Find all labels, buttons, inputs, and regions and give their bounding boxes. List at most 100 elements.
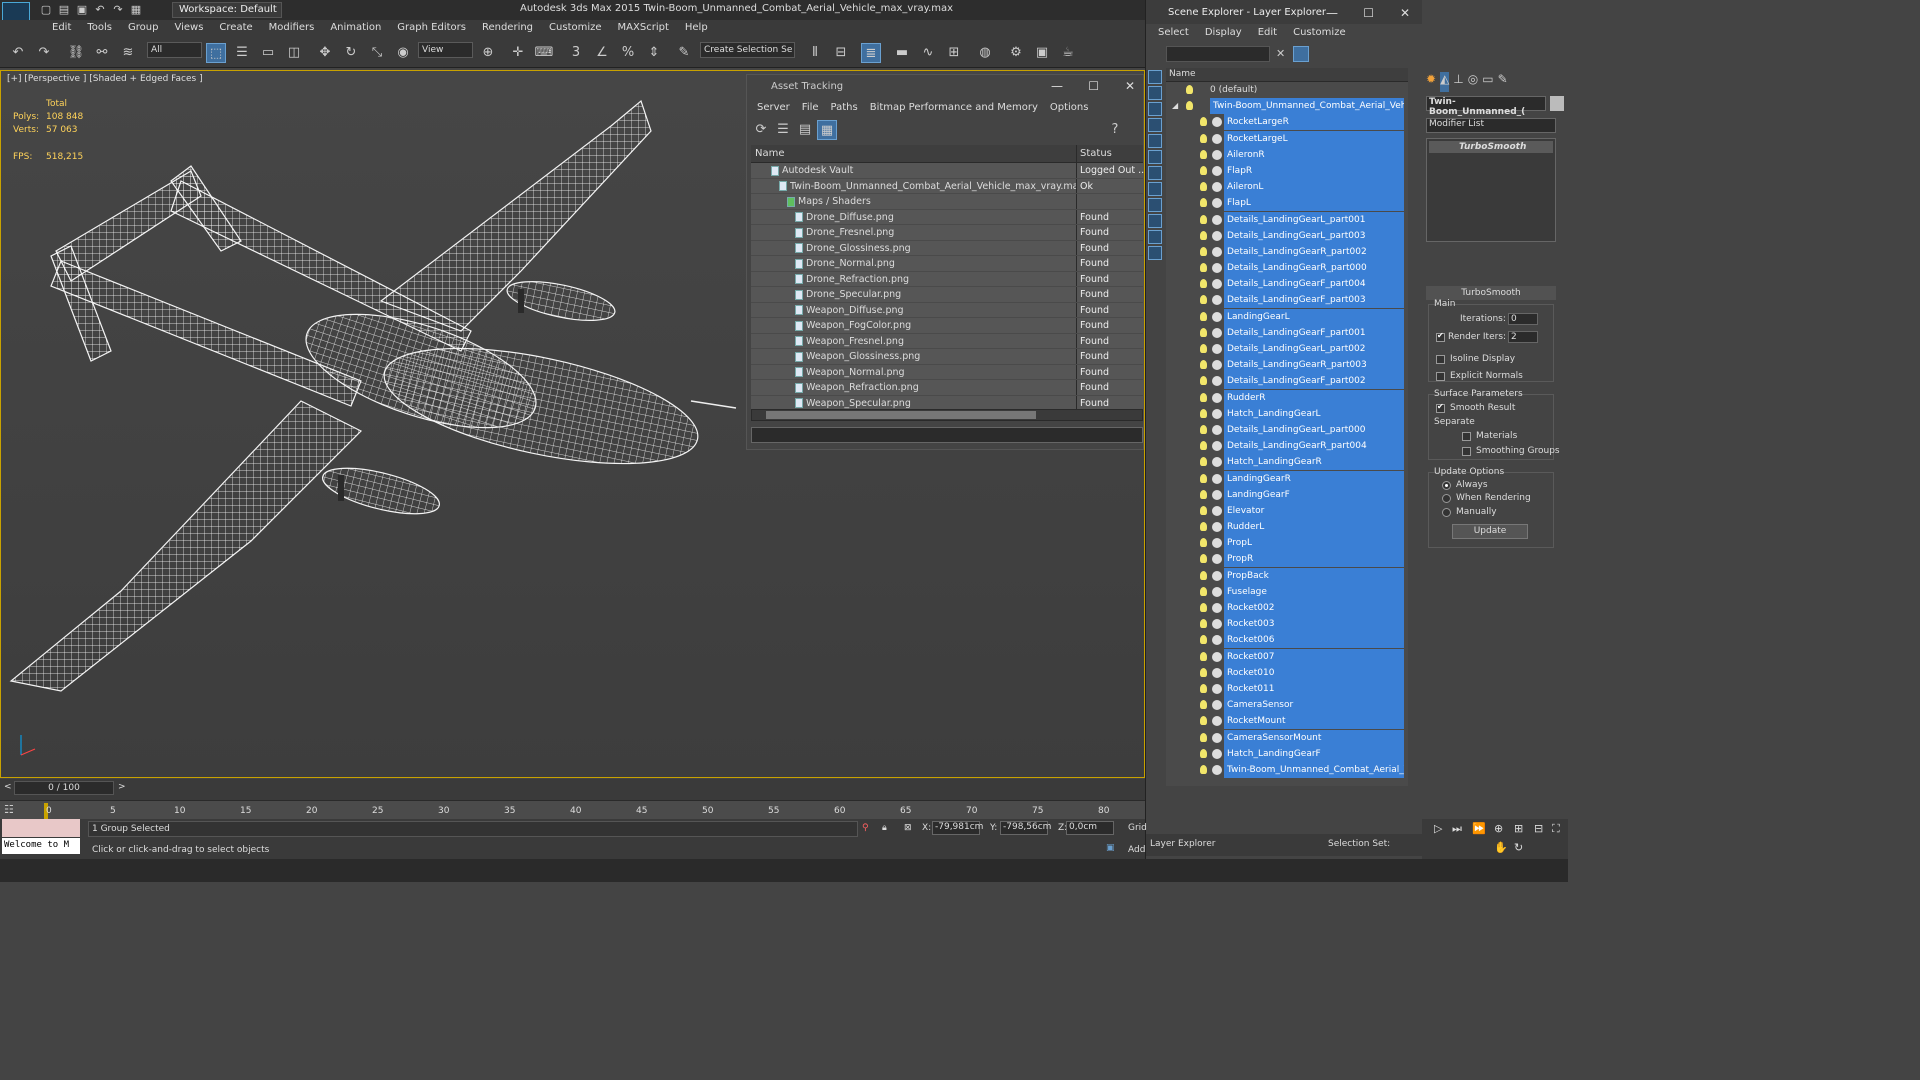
freeze-icon[interactable] [1212,182,1222,193]
bulb-icon[interactable] [1200,376,1207,386]
select-by-name-icon[interactable]: ☰ [232,43,252,63]
asset-row[interactable]: Weapon_Diffuse.png Found [751,302,1143,318]
display-spacewarps-icon[interactable] [1148,150,1162,164]
modifier-stack-item[interactable]: TurboSmooth [1429,141,1553,153]
display-helpers-icon[interactable] [1148,134,1162,148]
maximize-icon[interactable]: ☐ [1363,6,1374,20]
orbit-icon[interactable]: ↻ [1514,841,1523,854]
isoline-display-checkbox[interactable] [1436,355,1445,364]
bulb-icon[interactable] [1200,133,1207,143]
bulb-icon[interactable] [1200,441,1207,451]
bulb-icon[interactable] [1200,538,1207,548]
menu-bitmap-performance[interactable]: Bitmap Performance and Memory [864,99,1044,119]
layer-object-row[interactable]: LandingGearR [1166,470,1408,487]
select-object-icon[interactable]: ⬚ [206,43,226,63]
selection-lock-icon[interactable]: 🔒︎ [882,823,887,833]
freeze-icon[interactable] [1212,603,1222,613]
freeze-icon[interactable] [1212,473,1222,484]
close-icon[interactable]: ✕ [1400,6,1410,20]
freeze-icon[interactable] [1212,408,1222,419]
menu-edit[interactable]: Edit [44,20,79,38]
modify-tab-icon[interactable]: ◭ [1440,72,1450,92]
bulb-icon[interactable] [1200,748,1207,758]
redo-icon[interactable]: ↷ [34,43,54,63]
layer-main-row[interactable]: ◢ Twin-Boom_Unmanned_Combat_Aerial_Vehic… [1166,98,1408,115]
menu-file[interactable]: File [796,99,825,119]
bulb-icon[interactable] [1200,764,1207,774]
bulb-icon[interactable] [1200,311,1207,321]
layer-object-row[interactable]: Details_LandingGearL_part000 [1166,421,1408,438]
freeze-icon[interactable] [1212,376,1222,387]
freeze-icon[interactable] [1212,748,1222,759]
bulb-icon[interactable] [1200,392,1207,402]
freeze-icon[interactable] [1212,457,1222,468]
asset-tracking-titlebar[interactable]: Asset Tracking — ☐ ✕ [747,75,1143,99]
schematic-view-icon[interactable]: ⊞ [944,43,964,63]
prev-frame-icon[interactable]: < [4,782,12,792]
layer-object-row[interactable]: Details_LandingGearF_part001 [1166,324,1408,341]
scene-explorer-titlebar[interactable]: Scene Explorer - Layer Explorer — ☐ ✕ [1146,0,1422,24]
keyboard-shortcut-icon[interactable]: ⌨ [534,43,554,63]
layer-object-row[interactable]: Rocket010 [1166,664,1408,681]
asset-row[interactable]: Maps / Shaders [751,194,1143,210]
named-selection-set-dropdown[interactable]: Create Selection Se [700,42,795,58]
maxscript-mini-listener-top[interactable] [2,819,80,837]
layer-object-row[interactable]: Hatch_LandingGearL [1166,405,1408,422]
next-key-icon[interactable]: ⏭ [1452,822,1462,836]
layer-object-row[interactable]: AileronR [1166,146,1408,163]
menu-group[interactable]: Group [120,20,166,38]
scrollbar-thumb[interactable] [766,411,1036,419]
smooth-result-checkbox[interactable] [1436,402,1445,413]
display-lights-icon[interactable] [1148,102,1162,116]
percent-snap-icon[interactable]: % [618,43,638,63]
bulb-icon[interactable] [1200,182,1207,192]
spinner-snap-icon[interactable]: ⇕ [644,43,664,63]
open-icon[interactable]: ▤ [56,2,72,18]
clear-search-icon[interactable]: ✕ [1276,47,1285,60]
layer-object-row[interactable]: Details_LandingGearF_part003 [1166,292,1408,309]
bulb-icon[interactable] [1200,586,1207,596]
unlink-icon[interactable]: ⚯ [92,43,112,63]
refresh-icon[interactable]: ⟳ [751,120,771,140]
display-bones-icon[interactable] [1148,198,1162,212]
turbosmooth-rollout-header[interactable]: TurboSmooth [1426,286,1556,300]
asset-row[interactable]: Weapon_FogColor.png Found [751,318,1143,334]
when-rendering-radio[interactable] [1442,494,1451,503]
layer-explorer-icon[interactable]: ≣ [861,43,881,63]
freeze-icon[interactable] [1212,764,1222,775]
pan-icon[interactable]: ✋ [1494,841,1508,854]
scale-icon[interactable]: ⤡ [367,43,387,63]
align-icon[interactable]: ⊟ [831,43,851,63]
freeze-icon[interactable] [1212,392,1222,403]
bulb-icon[interactable] [1200,570,1207,580]
menu-customize[interactable]: Customize [541,20,610,38]
layer-object-row[interactable]: RudderL [1166,519,1408,536]
layer-object-row[interactable]: PropL [1166,535,1408,552]
pivot-center-icon[interactable]: ⊕ [478,43,498,63]
asset-row[interactable]: Drone_Normal.png Found [751,256,1143,272]
layer-object-row[interactable]: Twin-Boom_Unmanned_Combat_Aerial_Ve... [1166,761,1408,778]
layer-object-row[interactable]: RudderR [1166,389,1408,406]
freeze-icon[interactable] [1212,149,1222,160]
display-geometry-icon[interactable] [1148,70,1162,84]
bulb-icon[interactable] [1200,505,1207,515]
freeze-icon[interactable] [1212,214,1222,225]
menu-animation[interactable]: Animation [322,20,389,38]
freeze-icon[interactable] [1212,133,1222,144]
freeze-icon[interactable] [1212,327,1222,338]
menu-graph-editors[interactable]: Graph Editors [389,20,474,38]
bulb-icon[interactable] [1200,457,1207,467]
display-xrefs-icon[interactable] [1148,182,1162,196]
bulb-icon[interactable] [1200,716,1207,726]
selection-region-icon[interactable]: ▭ [258,43,278,63]
go-to-end-icon[interactable]: ⏩ [1472,822,1486,835]
explorer-type-dropdown[interactable]: Layer Explorer [1150,839,1215,849]
mini-curve-editor-icon[interactable]: ☷ [4,803,14,816]
menu-rendering[interactable]: Rendering [474,20,541,38]
selection-filter-dropdown[interactable]: All [147,42,202,58]
bind-spacewarp-icon[interactable]: ≋ [118,43,138,63]
bulb-icon[interactable] [1200,295,1207,305]
bulb-icon[interactable] [1200,683,1207,693]
freeze-icon[interactable] [1212,279,1222,290]
layer-object-row[interactable]: Elevator [1166,502,1408,519]
